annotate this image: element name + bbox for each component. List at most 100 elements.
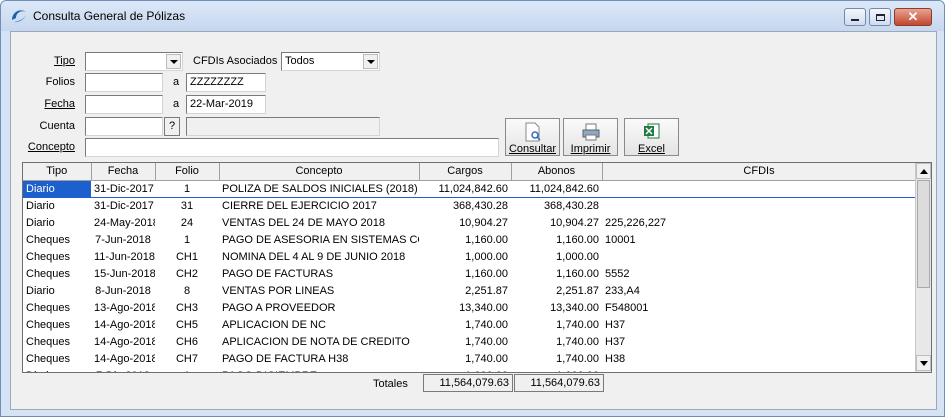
minimize-icon [851,19,859,21]
app-logo-icon [12,10,26,23]
cell-concepto: APLICACION DE NC [222,318,326,331]
close-icon: ✕ [907,9,919,24]
cell-abonos: 1,740.00 [556,335,599,348]
cell-cfdis: 233,A4 [605,284,640,297]
cell-folio: 31 [180,199,194,212]
table-row[interactable]: Cheques 7-Jun-2018 1 PAGO DE ASESORIA EN SI… [23,231,916,248]
col-header-fecha[interactable]: Fecha [91,163,156,181]
table-row[interactable]: Diario 31-Dic-2017 1 POLIZA DE SALDOS INICI… [23,180,916,198]
cell-cfdis: 225,226,227 [605,216,667,229]
table-row[interactable]: Cheques 15-Jun-2018 CH2 PAGO DE FACTURAS 1,1… [23,265,916,282]
cell-concepto: PAGO DE FACTURAS [222,267,334,280]
folio-from-input[interactable] [85,73,163,92]
maximize-button[interactable] [869,8,891,26]
cuenta-description [186,117,380,136]
cfdis-select[interactable]: Todos [281,52,380,71]
cell-fecha: 14-Ago-2018 [94,352,155,365]
col-header-folio[interactable]: Folio [155,163,220,181]
cell-cfdis [602,180,916,198]
tipo-select[interactable] [85,52,183,71]
polizas-grid[interactable]: Tipo Fecha Folio Concepto Cargos Abonos … [22,162,932,373]
title-bar[interactable]: Consulta General de Pólizas ✕ [1,1,944,31]
imprimir-button[interactable]: Imprimir [563,118,618,156]
cell-cfdis: H37 [605,318,626,331]
consultar-button[interactable]: Consultar [505,118,560,156]
cell-tipo: Cheques [26,250,71,263]
cell-fecha: 14-Ago-2018 [94,318,155,331]
polizas-table: Tipo Fecha Folio Concepto Cargos Abonos … [23,163,917,373]
cell-folio: 1 [183,233,191,246]
table-row[interactable]: Cheques 14-Ago-2018 CH5 APLICACION DE NC 1,7… [23,316,916,333]
col-header-concepto[interactable]: Concepto [219,163,420,181]
col-header-abonos[interactable]: Abonos [511,163,603,181]
cell-cargos: 1,000.00 [419,367,511,373]
table-row[interactable]: Cheques 13-Ago-2018 CH3 PAGO A PROVEEDOR 13,… [23,299,916,316]
table-row[interactable]: Diario 31-Dic-2017 31 CIERRE DEL EJERCICIO … [23,197,916,214]
cell-cargos: 1,740.00 [465,352,508,365]
total-cargos: 11,564,079.63 [423,374,513,392]
folios-label: Folios [45,76,75,88]
cell-cargos: 10,904.27 [459,216,508,229]
cell-tipo: Cheques [26,267,71,280]
cell-folio: CH5 [175,318,198,331]
concepto-input[interactable] [85,138,499,157]
cell-cargos: 13,340.00 [459,301,508,314]
main-window: Consulta General de Pólizas ✕ Tipo CFDIs… [0,0,945,417]
table-header: Tipo Fecha Folio Concepto Cargos Abonos … [23,163,917,181]
cell-fecha: 7-Dic-2018 [91,367,155,373]
scroll-up-button[interactable] [916,163,931,179]
scroll-thumb[interactable] [917,180,930,288]
cell-fecha: 7-Jun-2018 [95,233,151,246]
folio-to-input[interactable]: ZZZZZZZZ [186,73,266,92]
fecha-from-input[interactable] [85,95,163,114]
table-row[interactable]: Diario 8-Jun-2018 8 VENTAS POR LINEAS 2,251.… [23,282,916,299]
triangle-down-icon [919,360,928,366]
vertical-scrollbar[interactable] [915,163,931,372]
col-header-cfdis[interactable]: CFDIs [602,163,917,181]
cell-fecha: 31-Dic-2017 [91,180,155,198]
cuenta-label: Cuenta [39,120,75,132]
cell-folio: CH2 [175,267,198,280]
cell-concepto: PAGO DE ASESORIA EN SISTEMAS COM [222,233,419,246]
cell-abonos: 1,740.00 [556,318,599,331]
fecha-range-sep: a [173,98,180,110]
fecha-to-input[interactable]: 22-Mar-2019 [186,95,266,114]
col-header-cargos[interactable]: Cargos [419,163,512,181]
cell-folio: CH6 [175,335,198,348]
cell-cargos: 1,740.00 [465,335,508,348]
cell-cfdis [602,197,916,214]
cell-tipo: Diario [26,284,55,297]
cell-cargos: 2,251.87 [465,284,508,297]
maximize-icon [875,13,885,21]
col-header-tipo[interactable]: Tipo [23,163,92,181]
table-row[interactable]: Cheques 11-Jun-2018 CH1 NOMINA DEL 4 AL 9 D… [23,248,916,265]
cuenta-input[interactable] [85,117,163,136]
close-button[interactable]: ✕ [894,8,932,26]
cell-tipo: Cheques [26,301,71,314]
cell-abonos: 1,160.00 [556,267,599,280]
table-row[interactable]: Cheques 14-Ago-2018 CH7 PAGO DE FACTURA H38… [23,350,916,367]
cell-abonos: 11,024,842.60 [511,180,602,198]
triangle-up-icon [919,168,928,174]
cell-fecha: 14-Ago-2018 [94,335,155,348]
cell-tipo: Cheques [26,233,71,246]
cell-cfdis: H37 [605,335,626,348]
cell-concepto: CIERRE DEL EJERCICIO 2017 [222,199,377,212]
table-row[interactable]: Cheques 14-Ago-2018 CH6 APLICACION DE NOTA … [23,333,916,350]
cell-concepto: POLIZA DE SALDOS INICIALES (2018) [219,180,419,198]
chevron-down-icon [363,54,378,69]
minimize-button[interactable] [844,8,866,26]
cell-folio: 8 [183,284,191,297]
cell-cfdis [602,248,916,265]
cell-cfdis [602,367,916,372]
table-row[interactable]: Diario 24-May-2018 24 VENTAS DEL 24 DE MAYO… [23,214,916,231]
cell-concepto: VENTAS DEL 24 DE MAYO 2018 [222,216,386,229]
cuenta-lookup-button[interactable]: ? [164,117,180,136]
cell-fecha: 8-Jun-2018 [95,284,151,297]
cell-cfdis: H38 [605,352,626,365]
excel-button[interactable]: Excel [624,118,679,156]
table-row[interactable]: Diario7-Dic-20181PAGO DICIEMBRE1,000.001… [23,367,916,373]
scroll-down-button[interactable] [916,355,931,371]
consultar-label: Consultar [508,143,557,155]
cell-concepto: PAGO DICIEMBRE [219,367,419,373]
